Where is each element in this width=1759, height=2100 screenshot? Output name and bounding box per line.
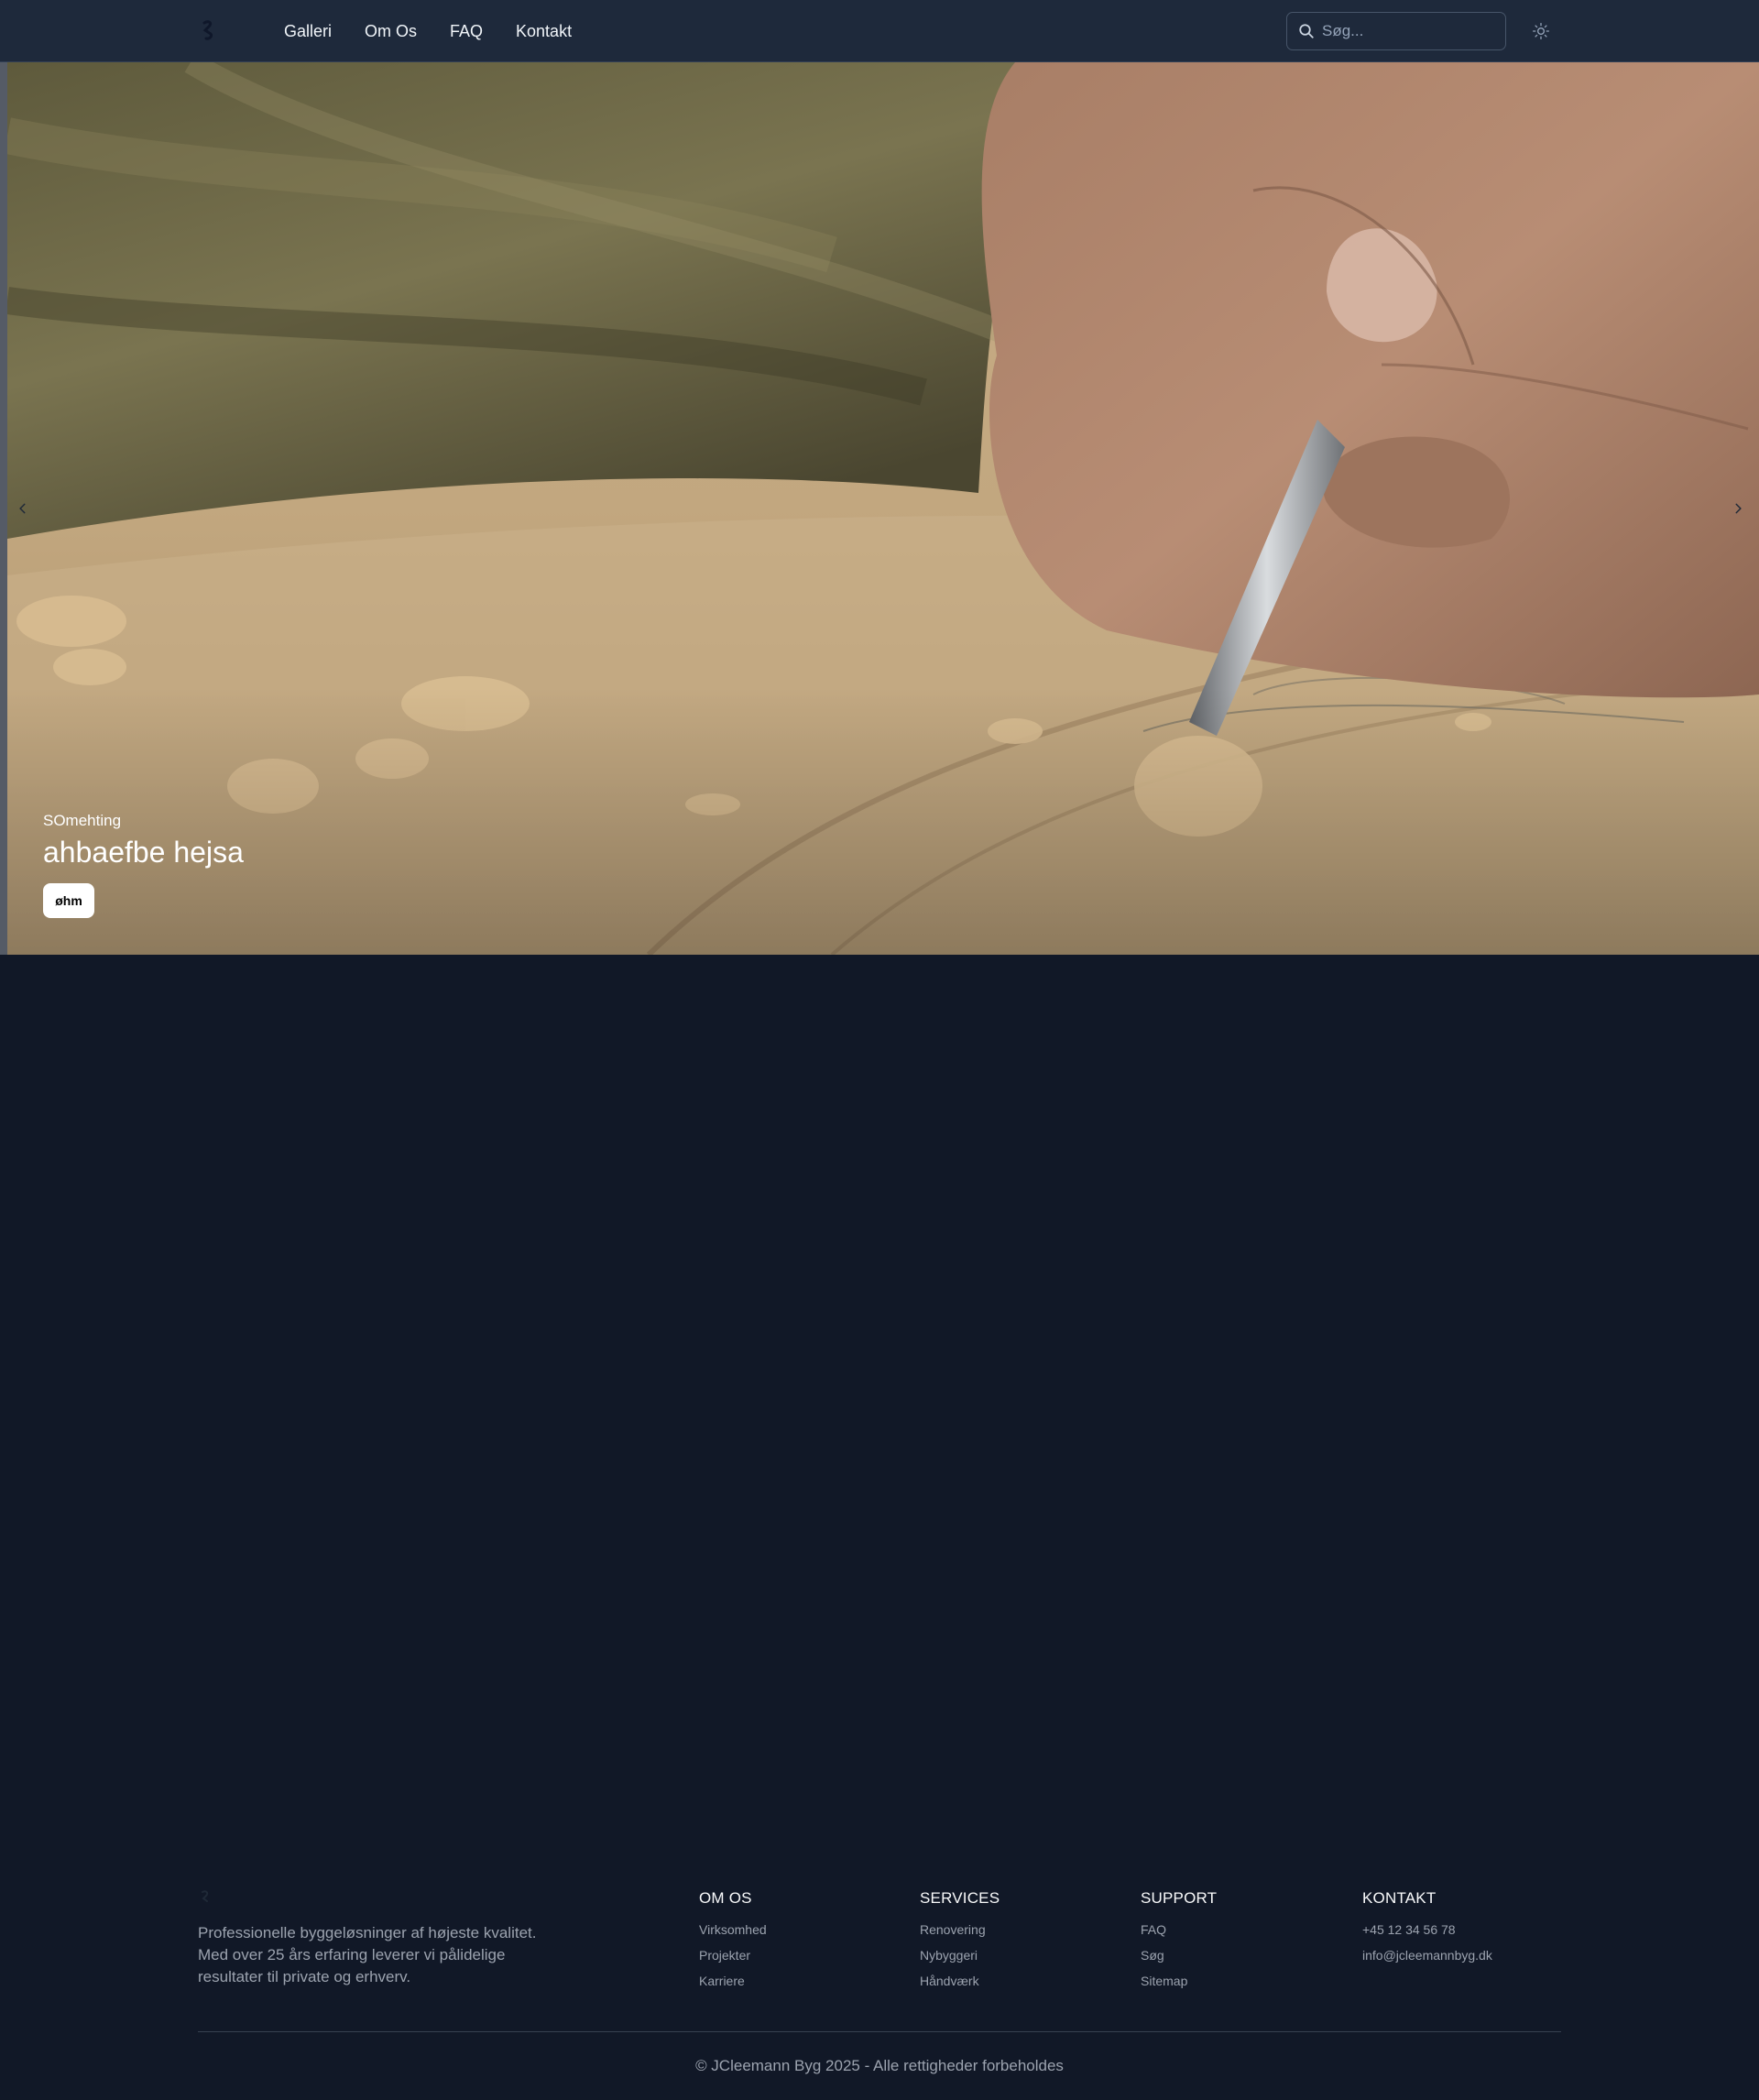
footer-col-om-os: OM OS Virksomhed Projekter Karriere [699, 1889, 767, 1994]
footer-link-haandvaerk[interactable]: Håndværk [920, 1968, 1000, 1994]
chevron-right-icon [1735, 503, 1742, 514]
footer-col-kontakt: KONTAKT +45 12 34 56 78 info@jcleemannby… [1362, 1889, 1492, 1968]
hero-left-edge [0, 62, 7, 955]
chevron-left-icon [19, 503, 26, 514]
footer-heading: KONTAKT [1362, 1889, 1437, 1907]
hero-carousel: SOmehting ahbaefbe hejsa øhm [0, 62, 1759, 955]
footer-phone-link[interactable]: +45 12 34 56 78 [1362, 1917, 1492, 1942]
footer-email-link[interactable]: info@jcleemannbyg.dk [1362, 1942, 1492, 1968]
main-nav: Galleri Om Os FAQ Kontakt [284, 0, 572, 62]
footer-link-soeg[interactable]: Søg [1141, 1942, 1217, 1968]
footer-link-renovering[interactable]: Renovering [920, 1917, 1000, 1942]
search-icon [1299, 24, 1314, 38]
nav-link-faq[interactable]: FAQ [450, 22, 483, 41]
carousel-prev-button[interactable] [9, 495, 37, 522]
nav-link-galleri[interactable]: Galleri [284, 22, 332, 41]
footer-col-services: SERVICES Renovering Nybyggeri Håndværk [920, 1889, 1000, 1994]
footer-link-karriere[interactable]: Karriere [699, 1968, 767, 1994]
hero-title: ahbaefbe hejsa [43, 836, 244, 869]
hero-cta-button[interactable]: øhm [43, 883, 94, 918]
footer-divider [198, 2031, 1561, 2032]
footer-logo-icon[interactable] [198, 1889, 214, 1906]
hero-subtitle: SOmehting [43, 812, 122, 829]
nav-link-om-os[interactable]: Om Os [365, 22, 417, 41]
footer-heading: SUPPORT [1141, 1889, 1218, 1907]
footer-description: Professionelle byggeløsninger af højeste… [198, 1924, 537, 1985]
footer-col-support: SUPPORT FAQ Søg Sitemap [1141, 1889, 1217, 1994]
search-box[interactable] [1286, 12, 1506, 50]
footer-heading: OM OS [699, 1889, 752, 1907]
copyright-text: © JCleemann Byg 2025 - Alle rettigheder … [695, 2057, 1064, 2074]
carousel-next-button[interactable] [1724, 495, 1752, 522]
footer-link-virksomhed[interactable]: Virksomhed [699, 1917, 767, 1942]
nav-link-kontakt[interactable]: Kontakt [516, 22, 572, 41]
footer-link-projekter[interactable]: Projekter [699, 1942, 767, 1968]
hero-image [7, 62, 1759, 955]
logo-icon[interactable] [198, 18, 220, 44]
footer-link-nybyggeri[interactable]: Nybyggeri [920, 1942, 1000, 1968]
footer-heading: SERVICES [920, 1889, 1000, 1907]
search-input[interactable] [1322, 22, 1487, 40]
footer-link-sitemap[interactable]: Sitemap [1141, 1968, 1217, 1994]
top-navbar: Galleri Om Os FAQ Kontakt [0, 0, 1759, 62]
hero-caption: SOmehting ahbaefbe hejsa [43, 812, 244, 870]
sun-icon[interactable] [1532, 22, 1550, 40]
footer-link-faq[interactable]: FAQ [1141, 1917, 1217, 1942]
